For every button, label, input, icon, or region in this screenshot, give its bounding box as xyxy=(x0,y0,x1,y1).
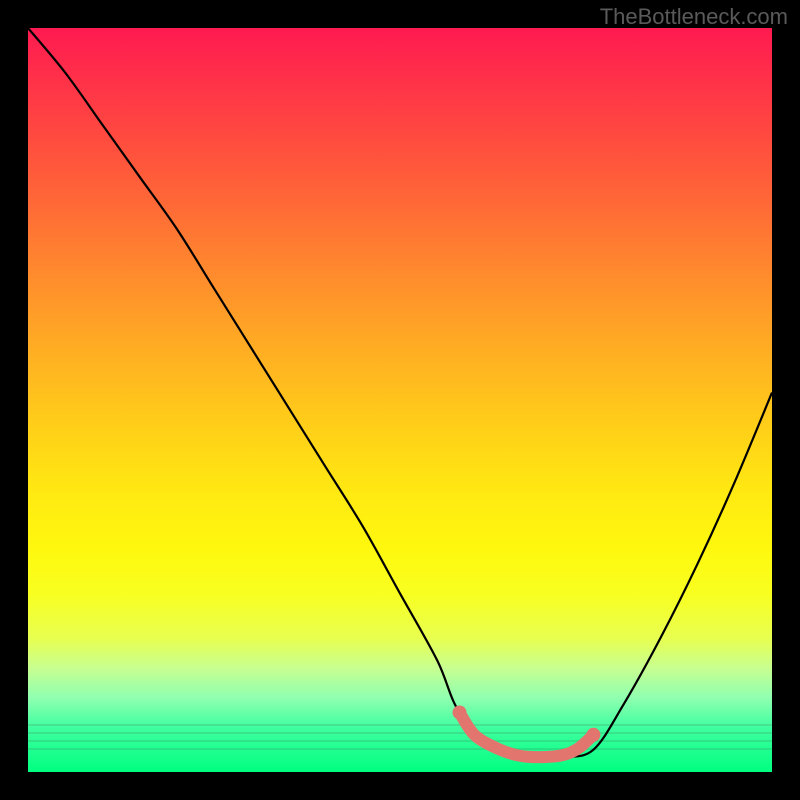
watermark-text: TheBottleneck.com xyxy=(600,4,788,30)
plot-area xyxy=(28,28,772,772)
chart-svg xyxy=(28,28,772,772)
optimal-range-dot-right xyxy=(586,728,600,742)
optimal-range-highlight xyxy=(460,712,594,757)
bottleneck-curve xyxy=(28,28,772,758)
optimal-range-dot-left xyxy=(453,705,467,719)
